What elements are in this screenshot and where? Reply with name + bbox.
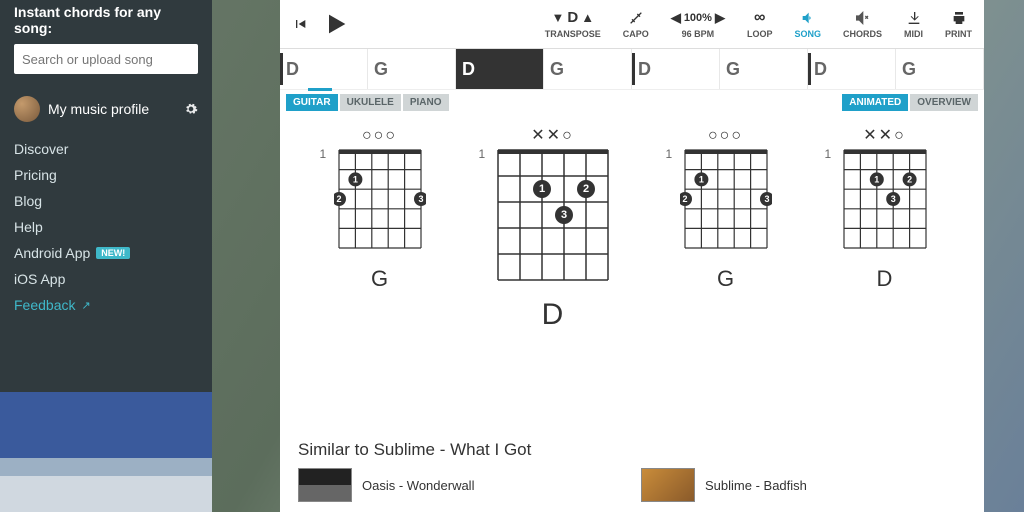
similar-card[interactable]: Sublime - Badfish — [641, 468, 966, 502]
sidebar-item-ios-app[interactable]: iOS App — [14, 266, 198, 292]
svg-text:3: 3 — [764, 194, 769, 204]
loop-control[interactable]: ∞ LOOP — [747, 10, 773, 39]
svg-text:2: 2 — [336, 194, 341, 204]
search-box — [14, 44, 198, 74]
tabs-row: GUITARUKULELEPIANO ANIMATEDOVERVIEW — [280, 90, 984, 115]
print-icon — [951, 10, 967, 26]
sidebar-item-feedback[interactable]: Feedback ↗ — [14, 292, 198, 318]
timeline-cell[interactable]: G — [896, 49, 984, 89]
timeline-cell[interactable]: D — [456, 49, 544, 89]
timeline-cell[interactable]: G — [368, 49, 456, 89]
chord-diagram-D[interactable]: ✕✕○ 1123 D — [839, 125, 931, 292]
chord-name: G — [371, 266, 388, 292]
tab-piano[interactable]: PIANO — [403, 94, 449, 111]
svg-text:2: 2 — [582, 183, 588, 195]
song-toggle[interactable]: SONG — [794, 10, 821, 39]
fretboard: 1213 — [680, 145, 772, 258]
capo-icon — [628, 10, 644, 26]
download-icon — [906, 10, 922, 26]
chord-name: D — [542, 298, 564, 332]
song-title: Oasis - Wonderwall — [362, 478, 474, 493]
fretboard: 1123 — [493, 145, 613, 290]
tempo-control[interactable]: ◀100%▶ 96 BPM — [671, 10, 725, 39]
svg-text:2: 2 — [682, 194, 687, 204]
open-strings: ✕✕○ — [863, 125, 905, 145]
sidebar-item-pricing[interactable]: Pricing — [14, 162, 198, 188]
svg-text:3: 3 — [890, 194, 895, 204]
song-title: Sublime - Badfish — [705, 478, 807, 493]
timeline-cell[interactable]: D — [632, 49, 720, 89]
fretboard: 1123 — [839, 145, 931, 258]
chords-toggle[interactable]: CHORDS — [843, 10, 882, 39]
search-input[interactable] — [14, 44, 198, 74]
chord-name: D — [877, 266, 893, 292]
external-icon: ↗ — [81, 299, 90, 312]
tab-animated[interactable]: ANIMATED — [842, 94, 908, 111]
similar-card[interactable]: Oasis - Wonderwall — [298, 468, 623, 502]
main-panel: ▼D▲ TRANSPOSE CAPO ◀100%▶ 96 BPM ∞ LOOP … — [280, 0, 984, 512]
volume-mute-icon — [854, 10, 870, 26]
fretboard: 1213 — [334, 145, 426, 258]
timeline-cell[interactable]: G — [720, 49, 808, 89]
gear-icon[interactable] — [184, 102, 198, 116]
similar-heading: Similar to Sublime - What I Got — [298, 440, 966, 460]
svg-text:1: 1 — [874, 174, 879, 184]
progress-indicator — [308, 88, 332, 91]
svg-text:1: 1 — [538, 183, 544, 195]
open-strings: ○○○ — [708, 125, 743, 145]
sidebar-item-help[interactable]: Help — [14, 214, 198, 240]
avatar — [14, 96, 40, 122]
chord-diagrams: ○○○ 1213 G✕✕○ 1123 D ○○○ 1213 G✕✕○ 1123 … — [280, 115, 984, 440]
chord-diagram-D[interactable]: ✕✕○ 1123 D — [493, 125, 613, 332]
svg-text:2: 2 — [907, 174, 912, 184]
video-thumbnail[interactable] — [0, 392, 212, 512]
timeline-cell[interactable]: G — [544, 49, 632, 89]
chord-name: G — [717, 266, 734, 292]
print-button[interactable]: PRINT — [945, 10, 972, 39]
svg-text:3: 3 — [560, 209, 566, 221]
toolbar: ▼D▲ TRANSPOSE CAPO ◀100%▶ 96 BPM ∞ LOOP … — [280, 0, 984, 48]
profile-label: My music profile — [48, 101, 176, 117]
timeline-cell[interactable]: D — [808, 49, 896, 89]
profile-row[interactable]: My music profile — [14, 96, 198, 122]
transpose-control[interactable]: ▼D▲ TRANSPOSE — [545, 10, 601, 39]
similar-section: Similar to Sublime - What I Got Oasis - … — [280, 440, 984, 512]
restart-icon[interactable] — [292, 16, 308, 32]
sidebar-nav: DiscoverPricingBlogHelpAndroid App NEW!i… — [14, 136, 198, 318]
sidebar-item-android-app[interactable]: Android App NEW! — [14, 240, 198, 266]
tab-guitar[interactable]: GUITAR — [286, 94, 338, 111]
play-icon[interactable] — [322, 10, 350, 38]
sidebar-item-discover[interactable]: Discover — [14, 136, 198, 162]
tab-ukulele[interactable]: UKULELE — [340, 94, 401, 111]
song-thumbnail — [298, 468, 352, 502]
similar-cards: Oasis - Wonderwall Sublime - Badfish — [298, 468, 966, 502]
svg-text:1: 1 — [352, 174, 357, 184]
chord-diagram-G[interactable]: ○○○ 1213 G — [680, 125, 772, 292]
open-strings: ✕✕○ — [531, 125, 573, 145]
song-thumbnail — [641, 468, 695, 502]
timeline-cell[interactable]: D — [280, 49, 368, 89]
chord-diagram-G[interactable]: ○○○ 1213 G — [334, 125, 426, 292]
sidebar-heading: Instant chords for any song: — [14, 0, 198, 44]
capo-control[interactable]: CAPO — [623, 10, 649, 39]
tab-overview[interactable]: OVERVIEW — [910, 94, 978, 111]
svg-text:3: 3 — [418, 194, 423, 204]
midi-button[interactable]: MIDI — [904, 10, 923, 39]
sidebar-item-blog[interactable]: Blog — [14, 188, 198, 214]
loop-icon: ∞ — [754, 10, 765, 26]
open-strings: ○○○ — [362, 125, 397, 145]
timeline[interactable]: DGDGDGDG — [280, 48, 984, 90]
volume-icon — [800, 10, 816, 26]
new-badge: NEW! — [96, 247, 130, 259]
svg-text:1: 1 — [698, 174, 703, 184]
